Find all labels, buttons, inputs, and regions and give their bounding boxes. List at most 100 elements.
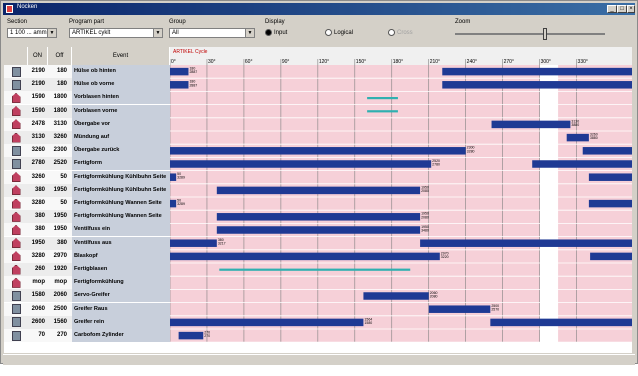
event-name: Fertigformkühlung Wannen Seite: [72, 197, 170, 210]
cam-bar: [442, 81, 632, 89]
off-value[interactable]: mop: [50, 276, 67, 289]
cam-bar: [178, 331, 204, 340]
zoom-slider-thumb[interactable]: [543, 28, 547, 40]
event-icon-cell: [4, 65, 28, 78]
off-value[interactable]: 3260: [50, 131, 67, 144]
program-label: Program part: [69, 19, 105, 25]
title-bar: Nocken _ □ ×: [3, 3, 635, 15]
on-value[interactable]: 3280: [28, 197, 45, 210]
off-value[interactable]: 1560: [50, 316, 67, 329]
on-value[interactable]: 1580: [28, 289, 45, 302]
on-value[interactable]: 1950: [28, 237, 45, 250]
on-column-header[interactable]: ON: [28, 47, 48, 65]
section-select[interactable]: 1 100 ... amm ▼: [7, 28, 57, 38]
event-name: Greifer rein: [72, 315, 170, 329]
event-name: Blaskopf: [72, 249, 170, 263]
event-name: Vorblasen hinten: [72, 91, 170, 105]
group-select[interactable]: All ▼: [169, 28, 255, 38]
off-value[interactable]: 180: [50, 78, 67, 91]
bar-value-label: 2080: [421, 189, 429, 193]
off-column-header[interactable]: Off: [48, 47, 72, 65]
cam-bar: [566, 133, 589, 142]
minimize-button[interactable]: _: [607, 5, 617, 13]
off-value[interactable]: 2970: [50, 250, 67, 263]
on-value[interactable]: 2190: [28, 65, 45, 78]
radio-dot-icon: [388, 29, 395, 36]
cam-bar: [216, 226, 421, 234]
off-value[interactable]: 50: [50, 197, 67, 210]
off-value[interactable]: 1920: [50, 263, 67, 276]
cam-bar: [420, 239, 632, 247]
angle-tick-label: 60°: [245, 59, 253, 65]
on-value[interactable]: 2600: [28, 316, 45, 329]
on-value[interactable]: 2478: [28, 118, 45, 131]
off-value[interactable]: 380: [50, 237, 67, 250]
off-value[interactable]: 2520: [50, 157, 67, 170]
event-name: Fertigform: [72, 157, 170, 171]
on-value[interactable]: 380: [28, 184, 45, 197]
on-value[interactable]: 2780: [28, 157, 45, 170]
chevron-down-icon[interactable]: ▼: [153, 29, 162, 37]
on-value[interactable]: 3280: [28, 250, 45, 263]
on-value[interactable]: 3130: [28, 131, 45, 144]
off-value[interactable]: 2500: [50, 303, 67, 316]
cam-bar: [216, 213, 421, 221]
off-value[interactable]: 1950: [50, 184, 67, 197]
zoom-slider-track[interactable]: [455, 33, 605, 35]
zoom-label: Zoom: [455, 19, 471, 25]
off-value[interactable]: 2060: [50, 289, 67, 302]
on-value[interactable]: 2190: [28, 78, 45, 91]
off-value[interactable]: 2300: [50, 144, 67, 157]
chevron-down-icon[interactable]: ▼: [245, 29, 254, 37]
on-value[interactable]: 380: [28, 210, 45, 223]
bar-value-label: 2570: [491, 308, 499, 312]
event-icon-cell: [4, 250, 28, 263]
on-value[interactable]: mop: [28, 276, 45, 289]
on-value[interactable]: 3260: [28, 144, 45, 157]
cam-bar: [582, 147, 632, 155]
off-value[interactable]: 50: [50, 171, 67, 184]
close-button[interactable]: ×: [627, 5, 635, 13]
off-value[interactable]: 1800: [50, 105, 67, 118]
on-value[interactable]: 380: [28, 223, 45, 236]
window-title: Nocken: [17, 4, 38, 10]
chart-background: [170, 65, 632, 343]
off-value[interactable]: 270: [50, 329, 67, 342]
program-select[interactable]: ARTIKEL cyklt ▼: [69, 28, 163, 38]
maximize-button[interactable]: □: [617, 5, 627, 13]
event-name: Fertigformkühlung Kühlbuhn Seite: [72, 183, 170, 197]
on-value[interactable]: 3260: [28, 171, 45, 184]
cam-bar: [170, 67, 189, 76]
toolbar: Section 1 100 ... amm ▼ Program part ARTI…: [3, 16, 635, 46]
bar-value-label: 3217: [218, 242, 226, 246]
off-value[interactable]: 1950: [50, 210, 67, 223]
icon-column-header: [4, 47, 28, 65]
section-label: Section: [7, 19, 28, 25]
display-radio-input[interactable]: Input: [265, 29, 287, 36]
off-value[interactable]: 3130: [50, 118, 67, 131]
cam-bar: [216, 186, 421, 195]
cam-bar: [170, 318, 364, 327]
cam-bar: [170, 160, 432, 168]
chevron-down-icon[interactable]: ▼: [47, 29, 56, 37]
valve-icon: [11, 238, 21, 249]
timing-chart[interactable]: ARTIKEL Cycle 0° 30° 60° 90° 120° 150° 180° 210°…: [170, 47, 632, 353]
event-icon-cell: [4, 118, 28, 131]
event-column-header[interactable]: Event: [72, 47, 170, 65]
display-radio-logical[interactable]: Logical: [325, 29, 353, 36]
off-value[interactable]: 180: [50, 65, 67, 78]
off-value[interactable]: 1950: [50, 223, 67, 236]
on-value[interactable]: 1590: [28, 105, 45, 118]
event-icon-cell: [4, 184, 28, 197]
angle-tick-label: 150°: [356, 59, 366, 65]
on-value[interactable]: 2060: [28, 303, 45, 316]
on-value[interactable]: 260: [28, 263, 45, 276]
cam-bar-teal: [367, 97, 398, 100]
cam-bar: [442, 67, 632, 76]
event-icon-cell: [4, 329, 28, 342]
off-value[interactable]: 1800: [50, 91, 67, 104]
on-value[interactable]: 70: [28, 329, 45, 342]
display-radio-cross: Cross: [388, 29, 413, 36]
on-value[interactable]: 1590: [28, 91, 45, 104]
event-icon-cell: [4, 171, 28, 184]
